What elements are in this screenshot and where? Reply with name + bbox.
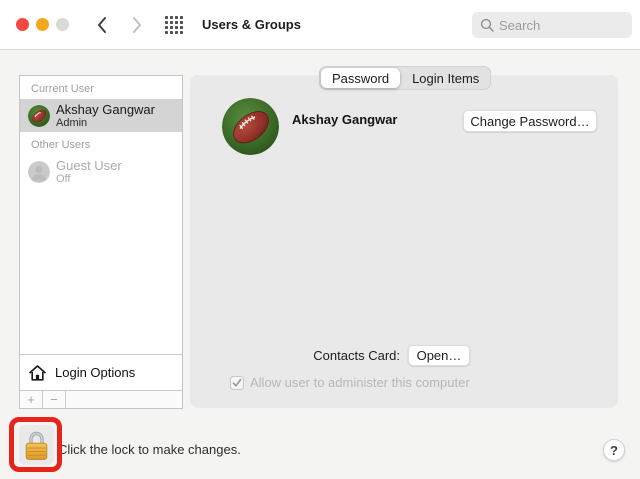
user-picture[interactable] (222, 98, 279, 155)
search-field (472, 12, 632, 38)
tab-password[interactable]: Password (321, 68, 401, 88)
toolbar: Users & Groups (0, 0, 640, 50)
admin-checkbox-row: Allow user to administer this computer (230, 375, 470, 390)
login-options-label: Login Options (55, 365, 136, 380)
change-password-button[interactable]: Change Password… (463, 110, 597, 132)
admin-checkbox[interactable] (230, 375, 244, 390)
lock-icon (25, 431, 48, 460)
tab-bar: Password Login Items (319, 66, 492, 90)
sidebar-user-role: Admin (56, 117, 88, 129)
zoom-button[interactable] (56, 18, 69, 31)
sidebar-item-guest-user[interactable]: Guest User Off (20, 155, 182, 188)
current-user-header: Current User (31, 83, 94, 95)
user-list-sidebar: Current User Akshay Gangwar Admin Other … (19, 75, 183, 409)
grid-icon (165, 16, 183, 34)
sidebar-user-name: Guest User (56, 158, 122, 173)
football-avatar-icon (28, 104, 50, 127)
chevron-left-icon (98, 17, 106, 33)
admin-checkbox-label: Allow user to administer this computer (250, 375, 470, 390)
checkmark-icon (232, 378, 242, 387)
close-button[interactable] (16, 18, 29, 31)
back-button[interactable] (93, 14, 111, 36)
login-options-button[interactable]: Login Options (20, 354, 182, 390)
contacts-card-label: Contacts Card: (313, 348, 400, 363)
show-all-preferences-button[interactable] (164, 16, 184, 34)
traffic-lights (16, 18, 69, 31)
chevron-right-icon (133, 17, 141, 33)
lock-message: Click the lock to make changes. (58, 442, 241, 457)
user-full-name: Akshay Gangwar (292, 112, 398, 127)
add-remove-bar: + − (20, 390, 182, 408)
other-users-header: Other Users (31, 139, 91, 151)
help-button[interactable]: ? (603, 439, 625, 461)
lock-button[interactable] (19, 425, 54, 465)
minimize-button[interactable] (36, 18, 49, 31)
home-icon (29, 364, 46, 381)
password-pane: Akshay Gangwar Change Password… Contacts… (190, 75, 618, 408)
open-contacts-card-button[interactable]: Open… (408, 345, 470, 366)
sidebar-item-current-user[interactable]: Akshay Gangwar Admin (20, 99, 182, 132)
add-user-button[interactable]: + (20, 391, 43, 408)
search-input[interactable] (472, 12, 632, 38)
forward-button[interactable] (128, 14, 146, 36)
window-title: Users & Groups (202, 17, 301, 32)
sidebar-user-name: Akshay Gangwar (56, 102, 155, 117)
remove-user-button[interactable]: − (43, 391, 66, 408)
sidebar-user-status: Off (56, 173, 71, 185)
tab-login-items[interactable]: Login Items (401, 67, 490, 89)
guest-avatar-icon (28, 160, 50, 183)
